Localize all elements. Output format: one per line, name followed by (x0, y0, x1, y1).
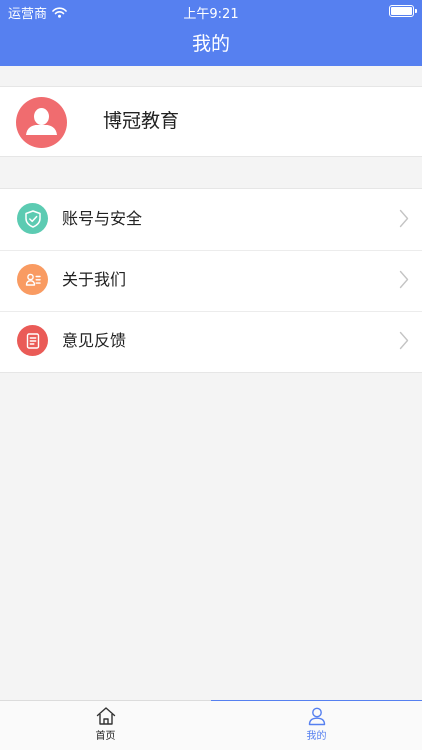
profile-card[interactable]: 博冠教育 (0, 86, 422, 157)
feedback-document-icon (17, 325, 48, 356)
menu-item-account-security[interactable]: 账号与安全 (0, 189, 422, 250)
page-title: 我的 (191, 33, 230, 55)
contact-card-icon (17, 264, 48, 295)
shield-check-icon (17, 203, 48, 234)
home-icon (96, 707, 115, 725)
tab-home-label: 首页 (95, 731, 116, 742)
menu-item-label: 关于我们 (62, 270, 127, 289)
avatar-person-icon (26, 108, 57, 135)
battery-icon (389, 5, 417, 17)
menu-item-feedback[interactable]: 意见反馈 (0, 311, 422, 372)
chevron-right-icon (399, 209, 409, 228)
settings-menu: 账号与安全 关于我们 意见反馈 (0, 188, 422, 373)
menu-item-about-us[interactable]: 关于我们 (0, 250, 422, 311)
tab-bar: 首页 我的 (0, 700, 422, 750)
status-bar: 运营商 上午9:21 (0, 0, 422, 22)
tab-mine[interactable]: 我的 (211, 700, 422, 750)
menu-item-label: 意见反馈 (62, 331, 127, 350)
app-header: 运营商 上午9:21 我的 (0, 0, 422, 66)
user-icon (308, 707, 325, 726)
menu-item-label: 账号与安全 (62, 209, 143, 228)
avatar[interactable] (16, 97, 67, 148)
tab-home[interactable]: 首页 (0, 701, 211, 750)
chevron-right-icon (399, 331, 409, 350)
tab-mine-label: 我的 (306, 731, 327, 742)
status-time: 上午9:21 (183, 7, 239, 22)
chevron-right-icon (399, 270, 409, 289)
profile-name: 博冠教育 (103, 110, 180, 132)
